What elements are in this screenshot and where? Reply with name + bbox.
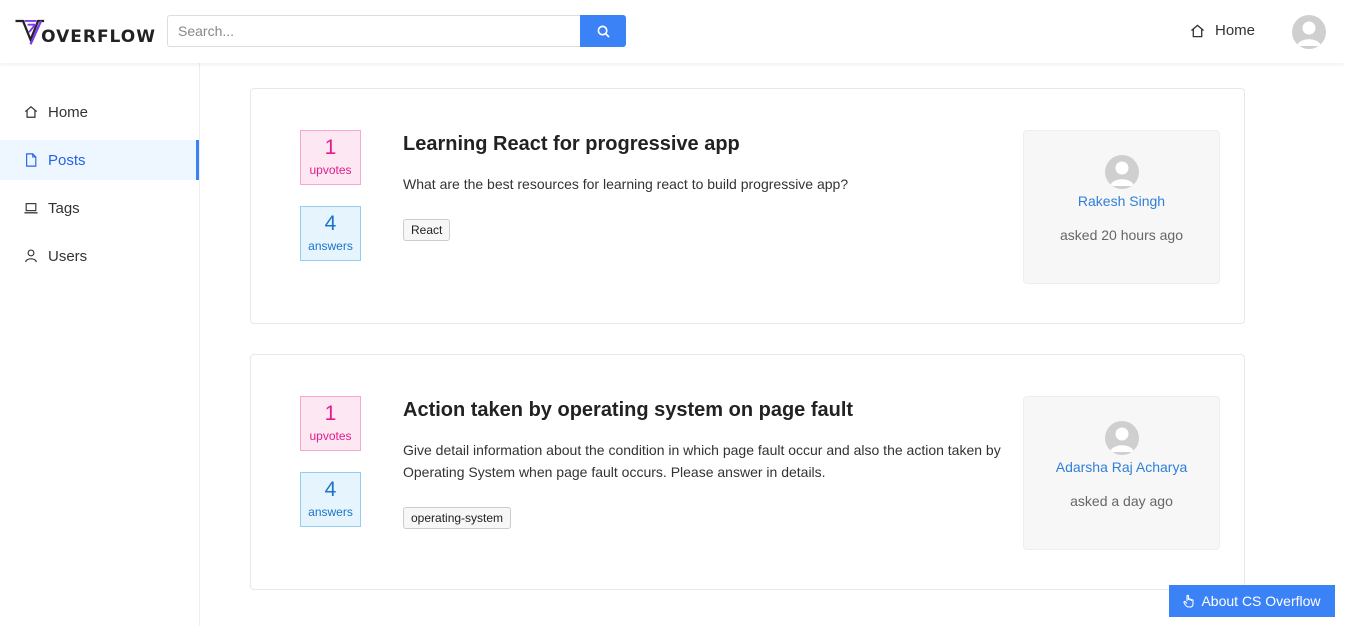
post-body: What are the best resources for learning… xyxy=(403,176,849,192)
answers-box: 4 answers xyxy=(300,472,361,527)
answers-label: answers xyxy=(308,239,353,253)
post-card: 1 upvotes 4 answers Action taken by oper… xyxy=(250,354,1245,590)
search-icon xyxy=(597,25,610,38)
search-button[interactable] xyxy=(580,15,626,47)
author-box: Rakesh Singh asked 20 hours ago xyxy=(1023,130,1220,284)
avatar-icon xyxy=(1109,161,1134,186)
post-body: Give detail information about the condit… xyxy=(403,442,1001,480)
upvotes-box: 1 upvotes xyxy=(300,130,361,185)
avatar-icon xyxy=(1297,21,1321,46)
post-tag[interactable]: React xyxy=(403,219,451,241)
about-button-label: About CS Overflow xyxy=(1201,593,1321,609)
sidebar: Home Posts Tags Users xyxy=(0,63,200,626)
author-box: Adarsha Raj Acharya asked a day ago xyxy=(1023,396,1220,550)
sidebar-item-home[interactable]: Home xyxy=(0,92,199,132)
search-bar xyxy=(167,15,626,47)
avatar-icon xyxy=(1109,427,1134,452)
sidebar-item-label: Users xyxy=(48,247,88,265)
hand-pointer-icon xyxy=(1183,594,1195,608)
answers-count: 4 xyxy=(324,478,337,501)
upvotes-count: 1 xyxy=(324,136,337,159)
author-avatar xyxy=(1104,421,1139,455)
home-icon xyxy=(24,105,38,118)
sidebar-item-label: Tags xyxy=(48,199,80,217)
answers-count: 4 xyxy=(324,212,337,235)
author-name-link[interactable]: Adarsha Raj Acharya xyxy=(1024,459,1219,475)
search-input[interactable] xyxy=(167,15,580,47)
logo[interactable]: OVERFLOW xyxy=(14,14,156,52)
post-title[interactable]: Action taken by operating system on page… xyxy=(403,399,853,422)
laptop-icon xyxy=(24,203,38,214)
sidebar-item-label: Posts xyxy=(48,151,86,169)
nav-home-link[interactable]: Home xyxy=(1190,22,1255,39)
asked-time: asked 20 hours ago xyxy=(1060,227,1183,243)
author-name-link[interactable]: Rakesh Singh xyxy=(1024,193,1219,209)
home-icon xyxy=(1191,24,1204,37)
user-icon xyxy=(25,249,37,263)
asked-time: asked a day ago xyxy=(1070,493,1173,509)
about-button[interactable]: About CS Overflow xyxy=(1169,585,1335,617)
user-avatar[interactable] xyxy=(1292,15,1326,49)
sidebar-item-label: Home xyxy=(48,103,89,121)
upvotes-label: upvotes xyxy=(309,429,352,443)
answers-label: answers xyxy=(308,505,353,519)
sidebar-item-posts[interactable]: Posts xyxy=(0,140,199,180)
post-title[interactable]: Learning React for progressive app xyxy=(403,133,740,156)
logo-text: OVERFLOW xyxy=(41,27,156,47)
sidebar-item-tags[interactable]: Tags xyxy=(0,188,199,228)
post-tag[interactable]: operating-system xyxy=(403,507,512,529)
file-icon xyxy=(26,153,37,167)
upvotes-count: 1 xyxy=(324,402,337,425)
post-card: 1 upvotes 4 answers Learning React for p… xyxy=(250,88,1245,324)
answers-box: 4 answers xyxy=(300,206,361,261)
upvotes-label: upvotes xyxy=(309,163,352,177)
author-avatar xyxy=(1104,155,1139,189)
upvotes-box: 1 upvotes xyxy=(300,396,361,451)
nav-home-label: Home xyxy=(1215,22,1256,39)
top-header: OVERFLOW Home xyxy=(0,0,1345,63)
sidebar-item-users[interactable]: Users xyxy=(0,236,199,276)
